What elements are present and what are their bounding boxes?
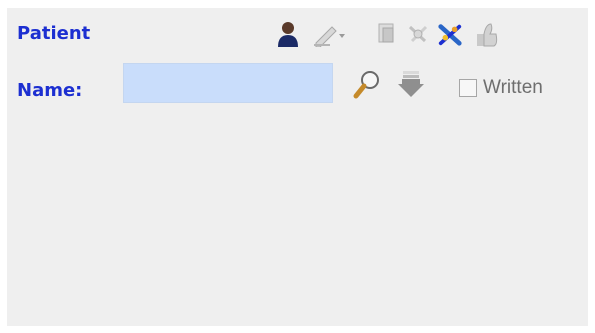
- document-icon[interactable]: [374, 20, 400, 48]
- name-input[interactable]: [123, 63, 333, 103]
- tools-icon[interactable]: [437, 20, 463, 48]
- name-label: Name:: [17, 80, 83, 101]
- thumbs-up-icon[interactable]: [473, 20, 499, 48]
- written-checkbox[interactable]: [459, 79, 477, 97]
- dropdown-button[interactable]: [397, 70, 425, 102]
- search-button[interactable]: [352, 70, 382, 102]
- person-icon[interactable]: [275, 20, 301, 48]
- edit-pen-icon[interactable]: [312, 20, 346, 48]
- written-label: Written: [483, 77, 543, 98]
- search-icon: [352, 68, 382, 104]
- section-title: Patient: [17, 23, 91, 44]
- patient-panel: Patient Name: Written: [7, 8, 588, 326]
- written-toggle[interactable]: Written: [459, 76, 543, 100]
- disabled-tool-icon[interactable]: [405, 20, 431, 48]
- down-arrow-icon: [397, 69, 425, 103]
